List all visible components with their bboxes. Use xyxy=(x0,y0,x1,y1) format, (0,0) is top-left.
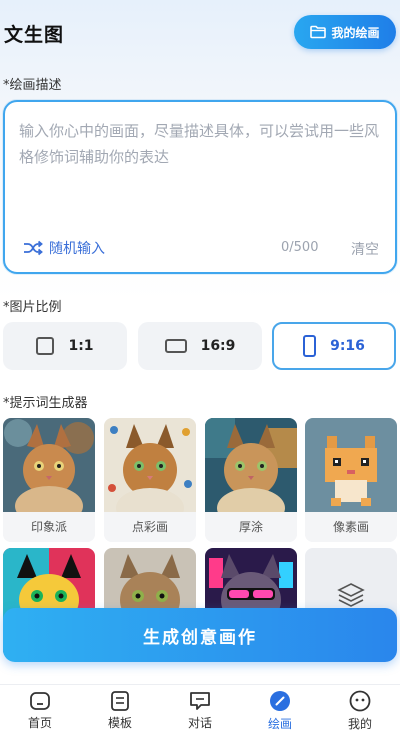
clear-button[interactable]: 清空 xyxy=(351,239,379,259)
cat-image-impasto xyxy=(205,418,297,512)
page-title: 文生图 xyxy=(4,24,65,46)
template-icon xyxy=(111,690,129,711)
style-section-label: *提示词生成器 xyxy=(3,396,88,411)
style-label: 印象派 xyxy=(3,512,95,542)
ratio-option-1-1[interactable]: 1:1 xyxy=(3,322,127,370)
prompt-section-label: *绘画描述 xyxy=(3,78,62,93)
ratio-label: 16:9 xyxy=(200,338,236,354)
style-card-impressionism[interactable]: 印象派 xyxy=(3,418,95,542)
tab-profile[interactable]: 我的 xyxy=(320,685,400,736)
tab-label: 对话 xyxy=(187,715,212,730)
tab-home[interactable]: 首页 xyxy=(0,685,80,736)
tab-chat[interactable]: 对话 xyxy=(160,685,240,736)
tab-paint[interactable]: 绘画 xyxy=(240,685,320,736)
my-drawings-label: 我的绘画 xyxy=(331,25,380,40)
cat-image-pixel xyxy=(305,418,397,512)
cat-image-pointillism xyxy=(104,418,196,512)
square-ratio-icon xyxy=(36,337,55,355)
prompt-box: 随机输入 0/500 清空 xyxy=(3,100,397,274)
tab-label: 我的 xyxy=(347,716,372,731)
tab-templates[interactable]: 模板 xyxy=(80,685,160,736)
style-label: 像素画 xyxy=(305,512,397,542)
random-input-button[interactable]: 随机输入 xyxy=(23,238,105,258)
style-card-impasto[interactable]: 厚涂 xyxy=(205,418,297,542)
random-input-label: 随机输入 xyxy=(49,241,105,257)
char-counter: 0/500 xyxy=(281,240,319,255)
generate-button[interactable]: 生成创意画作 xyxy=(3,608,397,662)
tab-label: 首页 xyxy=(27,715,52,730)
landscape-ratio-icon xyxy=(164,339,187,353)
paint-icon xyxy=(270,690,290,711)
home-icon xyxy=(30,691,50,710)
chat-icon xyxy=(190,691,210,710)
ratio-option-9-16[interactable]: 9:16 xyxy=(272,322,396,370)
ratio-option-16-9[interactable]: 16:9 xyxy=(138,322,262,370)
ratio-label: 1:1 xyxy=(68,338,94,354)
cat-image-impressionism xyxy=(3,418,95,512)
profile-icon xyxy=(349,690,371,711)
ratio-section-label: *图片比例 xyxy=(3,300,62,315)
my-drawings-button[interactable]: 我的绘画 xyxy=(294,15,396,49)
style-label: 点彩画 xyxy=(104,512,196,542)
style-card-pixel-art[interactable]: 像素画 xyxy=(305,418,397,542)
style-label: 厚涂 xyxy=(205,512,297,542)
portrait-ratio-icon xyxy=(303,335,317,357)
tab-label: 模板 xyxy=(107,715,132,730)
shuffle-icon xyxy=(24,240,43,256)
tab-label: 绘画 xyxy=(267,716,292,731)
ratio-label: 9:16 xyxy=(330,338,365,354)
style-card-pointillism[interactable]: 点彩画 xyxy=(104,418,196,542)
header: 文生图 我的绘画 xyxy=(0,0,400,64)
prompt-input[interactable] xyxy=(19,118,379,208)
bottom-tab-bar: 首页 模板 对话 绘画 我的 xyxy=(0,684,400,736)
folder-icon xyxy=(310,25,327,39)
